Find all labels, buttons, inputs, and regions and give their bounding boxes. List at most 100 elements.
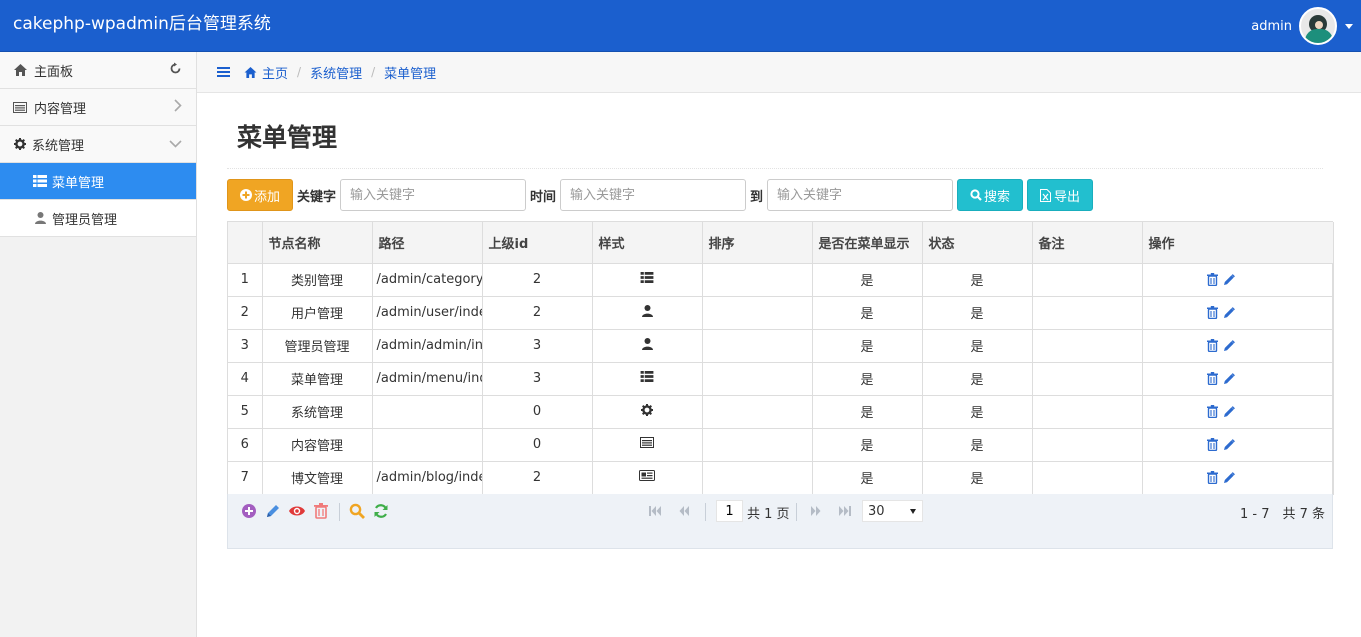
row-number: 1 <box>228 263 263 297</box>
edit-icon[interactable] <box>1223 438 1235 451</box>
chevron-right-icon <box>174 99 182 116</box>
breadcrumb: 主页 / 系统管理 / 菜单管理 <box>197 52 1361 93</box>
avatar[interactable] <box>1299 7 1337 45</box>
keyword-input[interactable] <box>340 179 526 211</box>
edit-row-icon[interactable] <box>265 503 281 523</box>
column-header[interactable]: 上级id <box>482 222 593 264</box>
export-button[interactable]: 导出 <box>1027 179 1093 211</box>
newspaper-icon <box>639 470 655 481</box>
status-cell: 是 <box>922 263 1033 297</box>
node-name-cell: 内容管理 <box>262 428 373 462</box>
node-name-cell: 菜单管理 <box>262 362 373 396</box>
keyword-label: 关键字 <box>297 190 337 205</box>
table-row[interactable]: 3管理员管理/admin/admin/index3是是 <box>228 329 1334 363</box>
column-header[interactable]: 节点名称 <box>262 222 373 264</box>
column-header[interactable]: 样式 <box>592 222 703 264</box>
delete-icon[interactable] <box>1206 438 1218 451</box>
delete-row-icon[interactable] <box>314 503 328 523</box>
edit-icon[interactable] <box>1223 339 1235 352</box>
breadcrumb-home-label[interactable]: 主页 <box>262 63 288 82</box>
delete-icon[interactable] <box>1206 471 1218 484</box>
delete-icon[interactable] <box>1206 339 1218 352</box>
actions-cell <box>1142 263 1334 297</box>
sidebar-subitem-label: 菜单管理 <box>52 175 105 191</box>
time-to-input[interactable] <box>767 179 953 211</box>
column-header[interactable]: 状态 <box>922 222 1033 264</box>
sidebar-item-dashboard[interactable]: 主面板 <box>0 52 196 89</box>
home-icon <box>12 64 28 76</box>
edit-icon[interactable] <box>1223 405 1235 418</box>
style-cell <box>592 296 703 330</box>
delete-icon[interactable] <box>1206 372 1218 385</box>
breadcrumb-system[interactable]: 系统管理 <box>310 63 362 82</box>
table-row[interactable]: 2用户管理/admin/user/index2是是 <box>228 296 1334 330</box>
page-number-input[interactable] <box>716 500 743 522</box>
time-from-input[interactable] <box>560 179 746 211</box>
column-header[interactable]: 备注 <box>1032 222 1143 264</box>
file-excel-icon <box>1039 188 1051 202</box>
page-size-select[interactable]: 30 <box>862 500 923 522</box>
next-page-icon[interactable] <box>808 503 824 523</box>
sidebar-item-system[interactable]: 系统管理 <box>0 126 196 163</box>
delete-icon[interactable] <box>1206 405 1218 418</box>
to-label: 到 <box>750 190 764 205</box>
last-page-icon[interactable] <box>837 503 853 523</box>
app-title[interactable]: cakephp-wpadmin后台管理系统 <box>13 9 271 34</box>
sidebar-item-menu-manage[interactable]: 菜单管理 <box>0 163 196 200</box>
sort-cell <box>702 461 813 495</box>
user-menu[interactable]: admin <box>1251 0 1361 52</box>
column-header[interactable]: 路径 <box>372 222 483 264</box>
breadcrumb-separator: / <box>371 65 376 79</box>
status-cell: 是 <box>922 296 1033 330</box>
delete-icon[interactable] <box>1206 306 1218 319</box>
actions-cell <box>1142 395 1334 429</box>
toolbar-separator <box>339 503 340 521</box>
previous-page-icon[interactable] <box>676 503 692 523</box>
sidebar-item-label: 系统管理 <box>32 138 85 154</box>
breadcrumb-current: 菜单管理 <box>384 66 437 82</box>
edit-icon[interactable] <box>1223 306 1235 319</box>
status-cell: 是 <box>922 395 1033 429</box>
table-row[interactable]: 1类别管理/admin/category/index2 是是 <box>228 263 1334 297</box>
edit-icon[interactable] <box>1223 273 1235 286</box>
sort-cell <box>702 395 813 429</box>
show-in-menu-cell: 是 <box>812 461 923 495</box>
export-button-label: 导出 <box>1053 189 1080 205</box>
edit-icon[interactable] <box>1223 372 1235 385</box>
table-row[interactable]: 4菜单管理/admin/menu/index3 是是 <box>228 362 1334 396</box>
caret-down-icon[interactable] <box>1345 23 1353 29</box>
remark-cell <box>1032 296 1143 330</box>
sidebar-item-admin-manage[interactable]: 管理员管理 <box>0 200 196 237</box>
style-cell <box>592 428 703 462</box>
refresh-icon[interactable] <box>373 503 389 523</box>
user-name[interactable]: admin <box>1251 19 1292 34</box>
add-button[interactable]: 添加 <box>227 179 293 211</box>
edit-icon[interactable] <box>1223 471 1235 484</box>
top-navbar: cakephp-wpadmin后台管理系统 admin <box>0 0 1361 52</box>
search-icon[interactable] <box>349 503 365 523</box>
column-header[interactable]: 是否在菜单显示 <box>812 222 923 264</box>
style-cell <box>592 263 703 297</box>
sidebar-item-label: 主面板 <box>34 64 74 80</box>
parent-id-cell: 2 <box>482 461 593 495</box>
refresh-icon[interactable] <box>169 62 182 79</box>
delete-icon[interactable] <box>1206 273 1218 286</box>
view-icon[interactable] <box>288 503 306 523</box>
actions-cell <box>1142 428 1334 462</box>
search-button[interactable]: 搜索 <box>957 179 1023 211</box>
table-row[interactable]: 6 内容管理 0 是是 <box>228 428 1334 462</box>
row-number: 4 <box>228 362 263 396</box>
first-page-icon[interactable] <box>647 503 663 523</box>
breadcrumb-home[interactable]: 主页 <box>244 63 288 82</box>
add-row-icon[interactable] <box>241 503 257 523</box>
parent-id-cell: 0 <box>482 428 593 462</box>
menu-toggle-icon[interactable] <box>217 65 230 79</box>
path-cell: /admin/category/index <box>372 263 483 297</box>
sidebar-item-content[interactable]: 内容管理 <box>0 89 196 126</box>
table-row[interactable]: 7博文管理/admin/blog/index2 是是 <box>228 461 1334 495</box>
gear-icon <box>641 403 653 416</box>
sort-cell <box>702 362 813 396</box>
plus-circle-icon <box>239 189 252 201</box>
column-header[interactable]: 排序 <box>702 222 813 264</box>
table-row[interactable]: 5 系统管理 0 是是 <box>228 395 1334 429</box>
